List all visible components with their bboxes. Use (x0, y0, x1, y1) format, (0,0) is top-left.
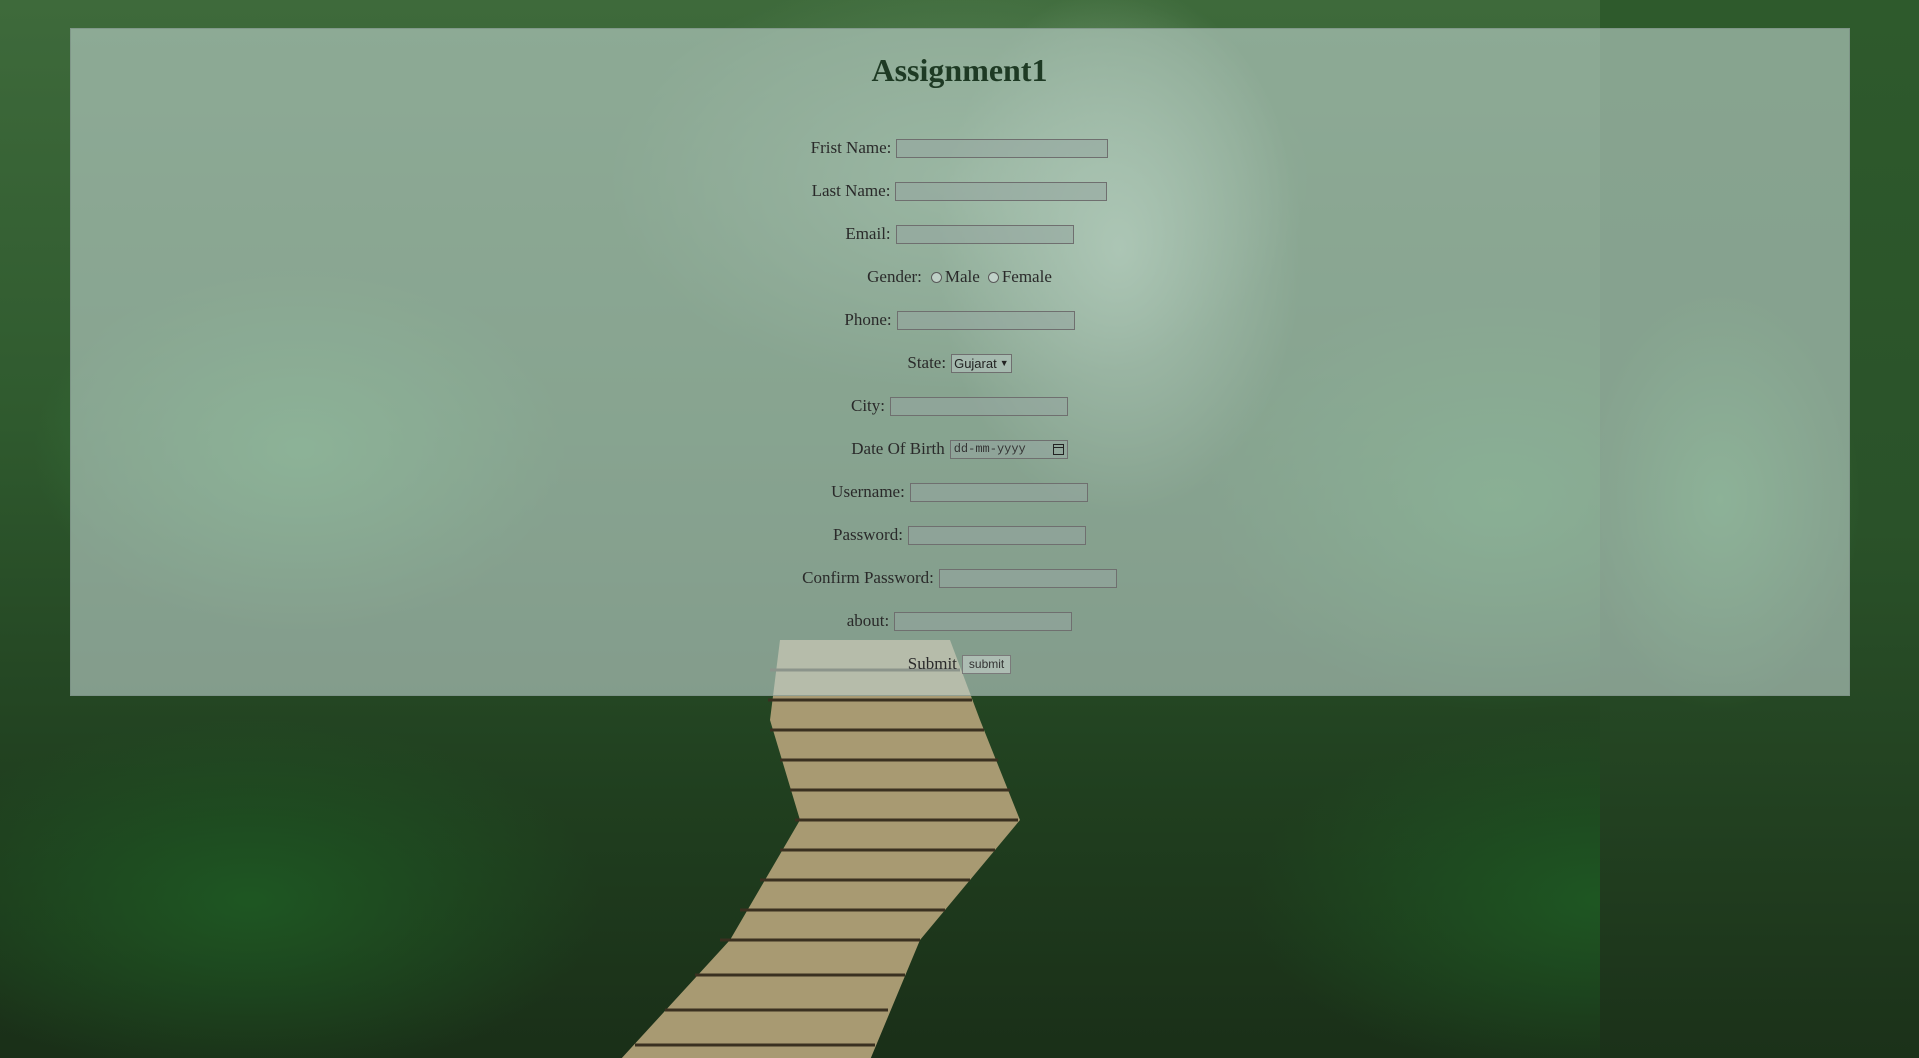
gender-female-label: Female (1001, 267, 1052, 286)
city-label: City: (850, 396, 885, 415)
submit-button[interactable]: submit (961, 654, 1012, 674)
about-input[interactable] (894, 611, 1073, 631)
state-label: State: (907, 353, 947, 372)
about-label: about: (846, 611, 890, 630)
confirm-password-input[interactable] (938, 568, 1117, 588)
first-name-row: Frist Name: (0, 138, 1919, 158)
username-row: Username: (0, 482, 1919, 502)
password-label: Password: (833, 525, 903, 544)
state-select[interactable]: Gujarat ▼ (951, 353, 1012, 373)
dob-placeholder: dd-mm-yyyy (953, 442, 1026, 456)
username-label: Username: (831, 482, 905, 501)
password-row: Password: (0, 525, 1919, 545)
gender-row: Gender: Male Female (0, 267, 1919, 287)
state-row: State: Gujarat ▼ (0, 353, 1919, 373)
phone-row: Phone: (0, 310, 1919, 330)
calendar-icon[interactable] (1052, 443, 1064, 455)
email-label: Email: (845, 224, 891, 243)
username-input[interactable] (909, 482, 1088, 502)
city-row: City: (0, 396, 1919, 416)
gender-male-label: Male (944, 267, 980, 286)
dob-label: Date Of Birth (851, 439, 945, 458)
gender-male-radio[interactable] (930, 271, 942, 283)
gender-female-radio[interactable] (987, 271, 999, 283)
dob-input[interactable]: dd-mm-yyyy (949, 439, 1068, 459)
page-title: Assignment1 (871, 52, 1048, 88)
submit-row: Submit submit (0, 654, 1919, 674)
confirm-password-row: Confirm Password: (0, 568, 1919, 588)
boardwalk-image (621, 640, 1020, 1058)
state-select-value: Gujarat (954, 355, 997, 371)
first-name-input[interactable] (896, 138, 1109, 158)
first-name-label: Frist Name: (810, 138, 892, 157)
confirm-password-label: Confirm Password: (802, 568, 934, 587)
chevron-down-icon: ▼ (999, 358, 1009, 368)
about-row: about: (0, 611, 1919, 631)
email-row: Email: (0, 224, 1919, 244)
dob-row: Date Of Birth dd-mm-yyyy (0, 439, 1919, 459)
submit-label: Submit (907, 654, 957, 673)
phone-input[interactable] (896, 310, 1075, 330)
gender-label: Gender: (867, 267, 922, 286)
phone-label: Phone: (844, 310, 892, 329)
email-input[interactable] (895, 224, 1074, 244)
password-input[interactable] (907, 525, 1086, 545)
last-name-input[interactable] (895, 181, 1108, 201)
city-input[interactable] (890, 396, 1068, 416)
last-name-label: Last Name: (811, 181, 891, 200)
last-name-row: Last Name: (0, 181, 1919, 201)
